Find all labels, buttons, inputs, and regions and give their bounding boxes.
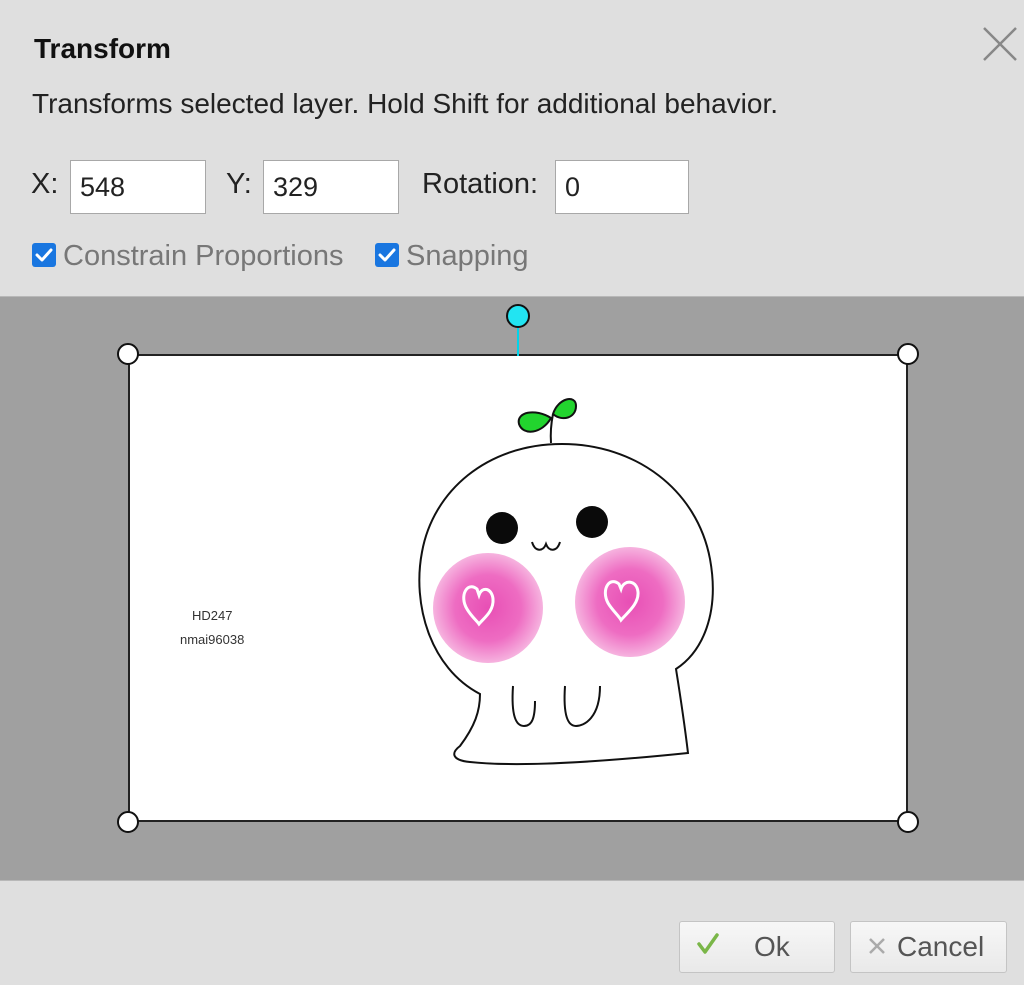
checkbox-checked-icon [35,248,53,262]
snapping-label[interactable]: Snapping [406,240,529,273]
x-icon [867,931,887,963]
cancel-button[interactable]: Cancel [850,921,1007,973]
dialog-description: Transforms selected layer. Hold Shift fo… [32,88,779,119]
checkmark-icon [696,931,720,963]
close-icon [983,27,1017,61]
y-input[interactable] [263,160,399,214]
rotation-connector [517,328,519,356]
transform-dialog: Transform Transforms selected layer. Hol… [0,0,1024,985]
ok-button[interactable]: Ok [679,921,835,973]
constrain-proportions-label[interactable]: Constrain Proportions [63,240,343,273]
rotation-input[interactable] [555,160,689,214]
resize-handle-top-left[interactable] [117,343,139,365]
rotation-label: Rotation: [422,168,539,200]
watermark-line2: nmai96038 [180,632,245,647]
resize-handle-bottom-left[interactable] [117,811,139,833]
rotation-handle[interactable] [506,304,530,328]
constrain-proportions-checkbox[interactable] [32,243,56,267]
dialog-title: Transform [34,33,171,64]
x-label: X: [31,168,59,200]
checkbox-checked-icon [378,248,396,262]
y-label: Y: [226,168,252,200]
resize-handle-top-right[interactable] [897,343,919,365]
cancel-button-label: Cancel [897,931,985,962]
resize-handle-bottom-right[interactable] [897,811,919,833]
close-button[interactable] [980,24,1020,64]
ok-button-label: Ok [754,931,790,962]
layer-illustration [417,398,714,766]
selected-layer[interactable]: HD247 nmai96038 [128,354,908,822]
x-input[interactable] [70,160,206,214]
snapping-checkbox[interactable] [375,243,399,267]
watermark-line1: HD247 [192,608,233,623]
